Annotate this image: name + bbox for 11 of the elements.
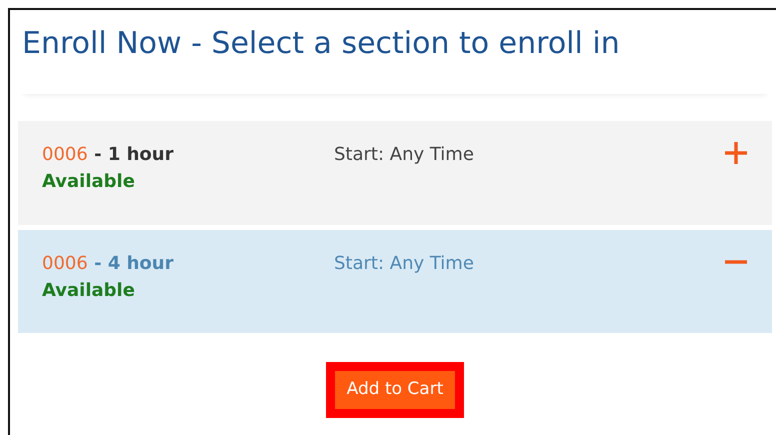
section-row[interactable]: 0006 - 4 hour Available Start: Any Time [18,230,772,333]
page-title: Enroll Now - Select a section to enroll in [18,20,772,94]
add-to-cart-button[interactable]: Add to Cart [334,371,456,408]
availability-status: Available [42,279,135,303]
section-heading: 0006 - 1 hour [42,143,174,167]
section-heading: 0006 - 4 hour [42,252,174,276]
section-row[interactable]: 0006 - 1 hour Available Start: Any Time [18,121,772,225]
start-time: Start: Any Time [334,144,474,165]
plus-icon[interactable] [724,141,748,165]
start-time: Start: Any Time [334,253,474,274]
availability-status: Available [42,170,135,194]
